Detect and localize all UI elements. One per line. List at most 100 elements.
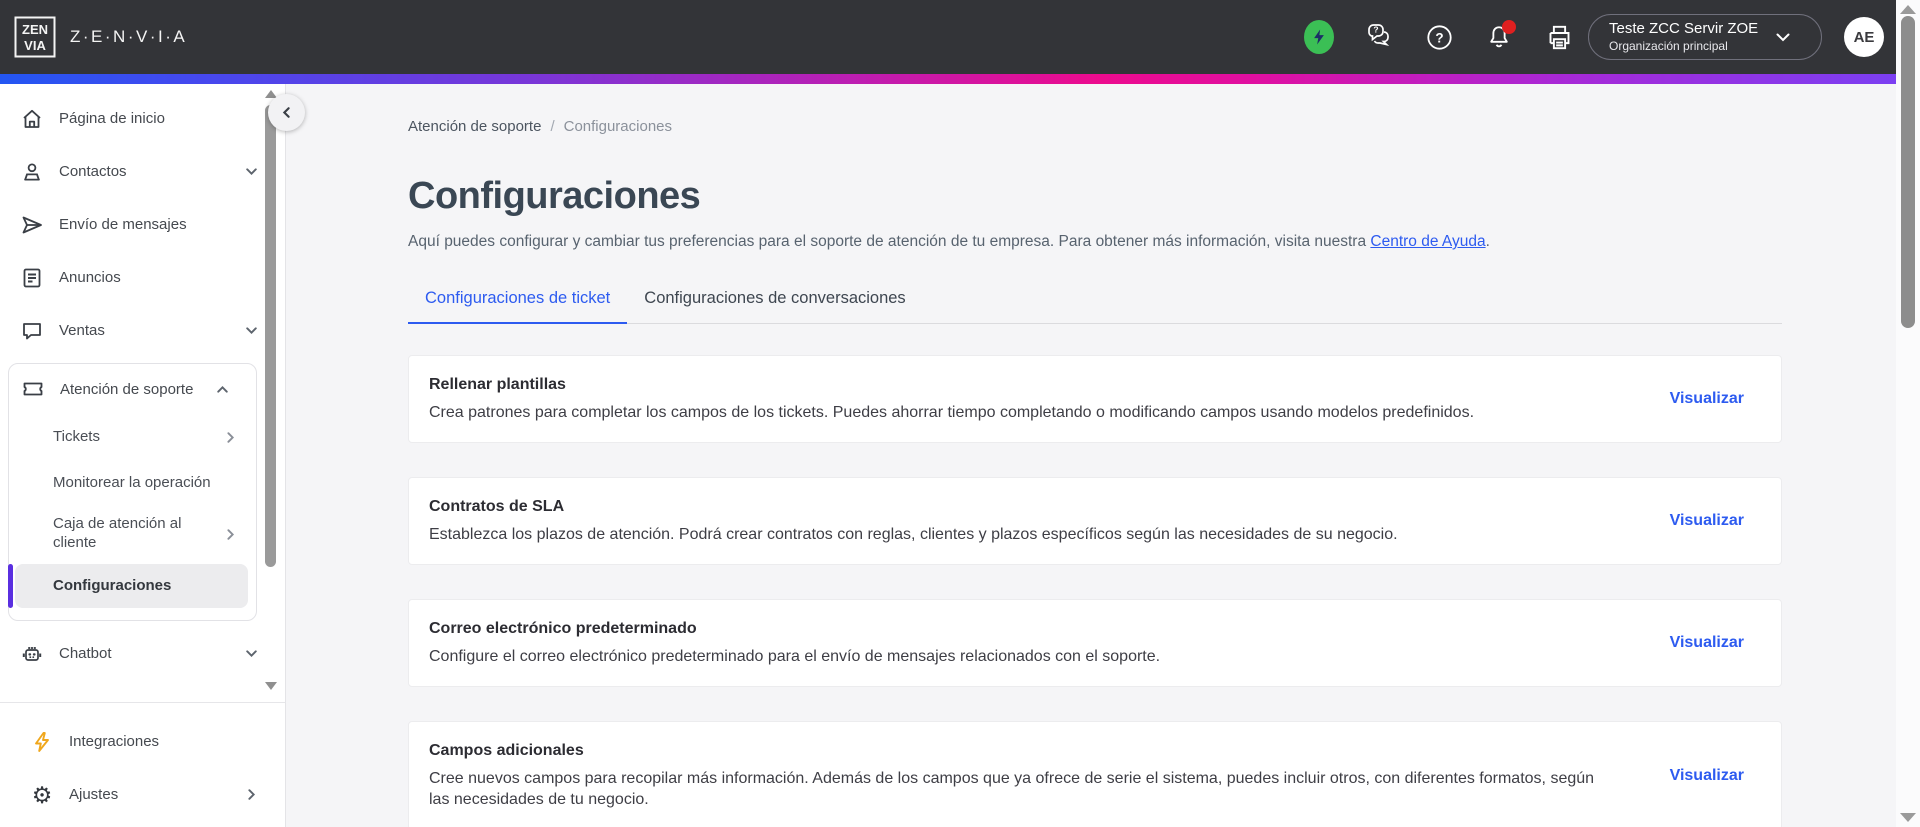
page-scrollbar-thumb[interactable] [1901, 16, 1915, 328]
send-icon [22, 216, 42, 233]
ticket-icon [23, 382, 43, 396]
sidebar-scroll-down-arrow[interactable] [265, 682, 277, 690]
page-description: Aquí puedes configurar y cambiar tus pre… [408, 231, 1782, 253]
selected-indicator [8, 564, 13, 608]
sidebar-subitem-customer-service-box[interactable]: Caja de atención al cliente [9, 506, 256, 562]
sidebar-subitem-tickets[interactable]: Tickets [9, 414, 256, 460]
robot-icon [22, 646, 42, 661]
breadcrumb: Atención de soporte / Configuraciones [408, 118, 1782, 135]
card-title: Campos adicionales [429, 742, 584, 759]
card-additional-fields: Campos adicionales Cree nuevos campos pa… [408, 721, 1782, 827]
sidebar-footer: Integraciones ⚙ Ajustes [0, 702, 285, 827]
card-description: Crea patrones para completar los campos … [429, 404, 1475, 421]
print-icon[interactable] [1544, 22, 1574, 52]
main-content: Atención de soporte / Configuraciones Co… [287, 84, 1896, 827]
sidebar-item-settings[interactable]: ⚙ Ajustes [0, 768, 285, 821]
gear-icon: ⚙ [31, 781, 53, 808]
sidebar-item-contacts[interactable]: Contactos [0, 145, 285, 198]
svg-text:ZEN: ZEN [22, 22, 48, 37]
card-default-email: Correo electrónico predeterminado Config… [408, 599, 1782, 687]
zenvia-logo-icon: ZEN VIA [14, 16, 56, 58]
page-scrollbar[interactable] [1896, 0, 1920, 827]
card-description: Configure el correo electrónico predeter… [429, 648, 1161, 665]
chevron-left-icon [282, 107, 290, 118]
chevron-down-icon [246, 168, 257, 176]
visualize-link[interactable]: Visualizar [1670, 390, 1744, 408]
notification-badge [1502, 20, 1516, 34]
sidebar: Página de inicio Contactos Envío de mens… [0, 84, 286, 827]
sidebar-subitem-label: Configuraciones [53, 576, 172, 594]
sidebar-scrollbar-thumb[interactable] [265, 105, 276, 567]
avatar-initials: AE [1853, 28, 1875, 46]
chevron-right-icon [227, 431, 235, 443]
sidebar-item-support[interactable]: Atención de soporte [9, 364, 256, 414]
sidebar-item-label: Chatbot [59, 645, 112, 662]
chevron-down-icon [246, 327, 257, 335]
sidebar-item-home[interactable]: Página de inicio [0, 92, 285, 145]
zenvia-wordmark: Z·E·N·V·I·A [70, 27, 188, 46]
chevron-right-icon [248, 789, 256, 800]
top-bar: ZEN VIA Z·E·N·V·I·A ? ? Teste ZCC Servir… [0, 0, 1896, 74]
sidebar-item-chatbot[interactable]: Chatbot [0, 627, 285, 680]
card-title: Correo electrónico predeterminado [429, 620, 697, 637]
visualize-link[interactable]: Visualizar [1670, 634, 1744, 652]
sidebar-scrollbar[interactable] [264, 88, 277, 690]
tab-ticket-configurations[interactable]: Configuraciones de ticket [408, 289, 628, 324]
tabs: Configuraciones de ticket Configuracione… [408, 289, 1782, 324]
sidebar-subitem-monitor[interactable]: Monitorear la operación [9, 460, 256, 506]
sidebar-subitem-label: Tickets [53, 427, 100, 445]
breadcrumb-configurations: Configuraciones [563, 118, 673, 135]
organization-selector[interactable]: Teste ZCC Servir ZOE Organización princi… [1588, 14, 1822, 60]
announcements-icon [23, 268, 41, 287]
scroll-down-arrow[interactable] [1900, 813, 1916, 822]
chevron-up-icon [217, 385, 228, 393]
page-description-suffix: . [1485, 233, 1490, 250]
sidebar-item-sales[interactable]: Ventas [0, 304, 285, 357]
tab-conversation-configurations[interactable]: Configuraciones de conversaciones [627, 289, 922, 323]
sidebar-item-messaging[interactable]: Envío de mensajes [0, 198, 285, 251]
sidebar-item-label: Atención de soporte [60, 380, 194, 398]
settings-card-list: Rellenar plantillas Crea patrones para c… [408, 355, 1782, 827]
chevron-down-icon [246, 650, 257, 658]
page-description-text: Aquí puedes configurar y cambiar tus pre… [408, 233, 1371, 250]
help-icon[interactable]: ? [1424, 22, 1454, 52]
breadcrumb-support[interactable]: Atención de soporte [408, 118, 541, 135]
sidebar-subitem-configurations[interactable]: Configuraciones [15, 564, 248, 608]
contacts-icon [24, 163, 40, 180]
scroll-up-arrow[interactable] [1900, 5, 1916, 14]
card-description: Cree nuevos campos para recopilar más in… [429, 770, 1595, 808]
organization-subtitle: Organización principal [1609, 38, 1728, 53]
visualize-link[interactable]: Visualizar [1670, 512, 1744, 530]
card-sla-contracts: Contratos de SLA Establezca los plazos d… [408, 477, 1782, 565]
sidebar-item-label: Ajustes [69, 786, 119, 803]
help-center-link[interactable]: Centro de Ayuda [1370, 233, 1485, 250]
sidebar-item-label: Página de inicio [59, 110, 165, 127]
sidebar-group-support: Atención de soporte Tickets Monitorear l… [8, 363, 257, 621]
svg-text:?: ? [1435, 30, 1443, 45]
page-title: Configuraciones [408, 175, 701, 217]
card-title: Rellenar plantillas [429, 376, 566, 393]
chat-bubble-icon [23, 322, 41, 339]
sidebar-item-label: Contactos [59, 163, 127, 180]
sidebar-item-integrations[interactable]: Integraciones [0, 715, 285, 768]
home-icon [23, 109, 41, 128]
notifications-bell-icon[interactable] [1484, 20, 1516, 52]
svg-text:?: ? [1373, 25, 1378, 35]
sidebar-collapse-button[interactable] [268, 94, 305, 131]
svg-text:VIA: VIA [24, 38, 46, 53]
sidebar-item-label: Envío de mensajes [59, 216, 187, 233]
lightning-icon [35, 731, 49, 752]
card-title: Contratos de SLA [429, 498, 565, 515]
breadcrumb-separator: / [550, 118, 555, 135]
card-description: Establezca los plazos de atención. Podrá… [429, 526, 1398, 543]
visualize-link[interactable]: Visualizar [1670, 767, 1744, 785]
support-chat-icon[interactable]: ? [1364, 22, 1394, 52]
organization-name: Teste ZCC Servir ZOE [1609, 20, 1759, 38]
chevron-down-icon [1776, 33, 1790, 42]
brand-gradient-bar [0, 74, 1896, 84]
zenvia-logo[interactable]: ZEN VIA Z·E·N·V·I·A [14, 16, 187, 58]
sidebar-item-label: Ventas [59, 322, 105, 339]
sidebar-item-announcements[interactable]: Anuncios [0, 251, 285, 304]
status-lightning-icon[interactable] [1304, 20, 1334, 54]
user-avatar[interactable]: AE [1844, 17, 1884, 57]
